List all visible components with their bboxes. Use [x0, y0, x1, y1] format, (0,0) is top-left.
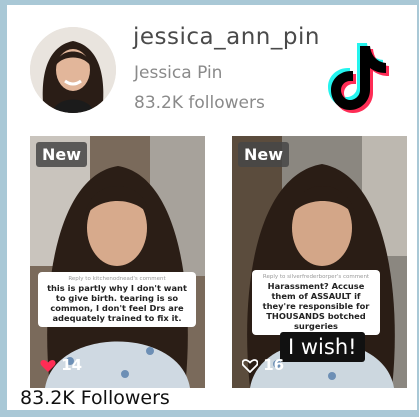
new-badge: New	[238, 142, 290, 167]
video-thumbnail-1[interactable]: New Reply to kitchenodnead's comment thi…	[30, 136, 205, 388]
video-1-scene	[30, 136, 205, 388]
heart-filled-icon	[40, 359, 56, 372]
like-count[interactable]: 14	[40, 356, 82, 374]
like-count-value: 14	[61, 356, 83, 374]
tiktok-logo-icon	[322, 40, 392, 116]
username[interactable]: jessica_ann_pin	[133, 24, 320, 50]
reply-text: this is partly why I don't want to give …	[47, 283, 187, 323]
reply-comment-bubble: Reply to kitchenodnead's comment this is…	[38, 272, 196, 327]
reply-text: Harassment? Accuse them of ASSAULT if th…	[262, 281, 370, 331]
followers-caption: 83.2K Followers	[20, 387, 170, 409]
video-thumbnail-2[interactable]: New Reply to silverfrederborper's commen…	[232, 136, 407, 388]
new-badge: New	[36, 142, 88, 167]
like-count-value: 16	[263, 356, 285, 374]
display-name: Jessica Pin	[134, 63, 223, 83]
reply-meta: Reply to silverfrederborper's comment	[262, 274, 370, 280]
reply-meta: Reply to kitchenodnead's comment	[68, 276, 166, 282]
heart-outline-icon	[241, 358, 259, 373]
follower-count: 83.2K followers	[134, 93, 265, 113]
overlay-caption: I wish!	[280, 332, 365, 362]
avatar[interactable]	[30, 27, 116, 113]
avatar-image	[30, 27, 116, 113]
reply-comment-bubble: Reply to silverfrederborper's comment Ha…	[252, 270, 380, 335]
like-count[interactable]: 16	[241, 356, 285, 374]
